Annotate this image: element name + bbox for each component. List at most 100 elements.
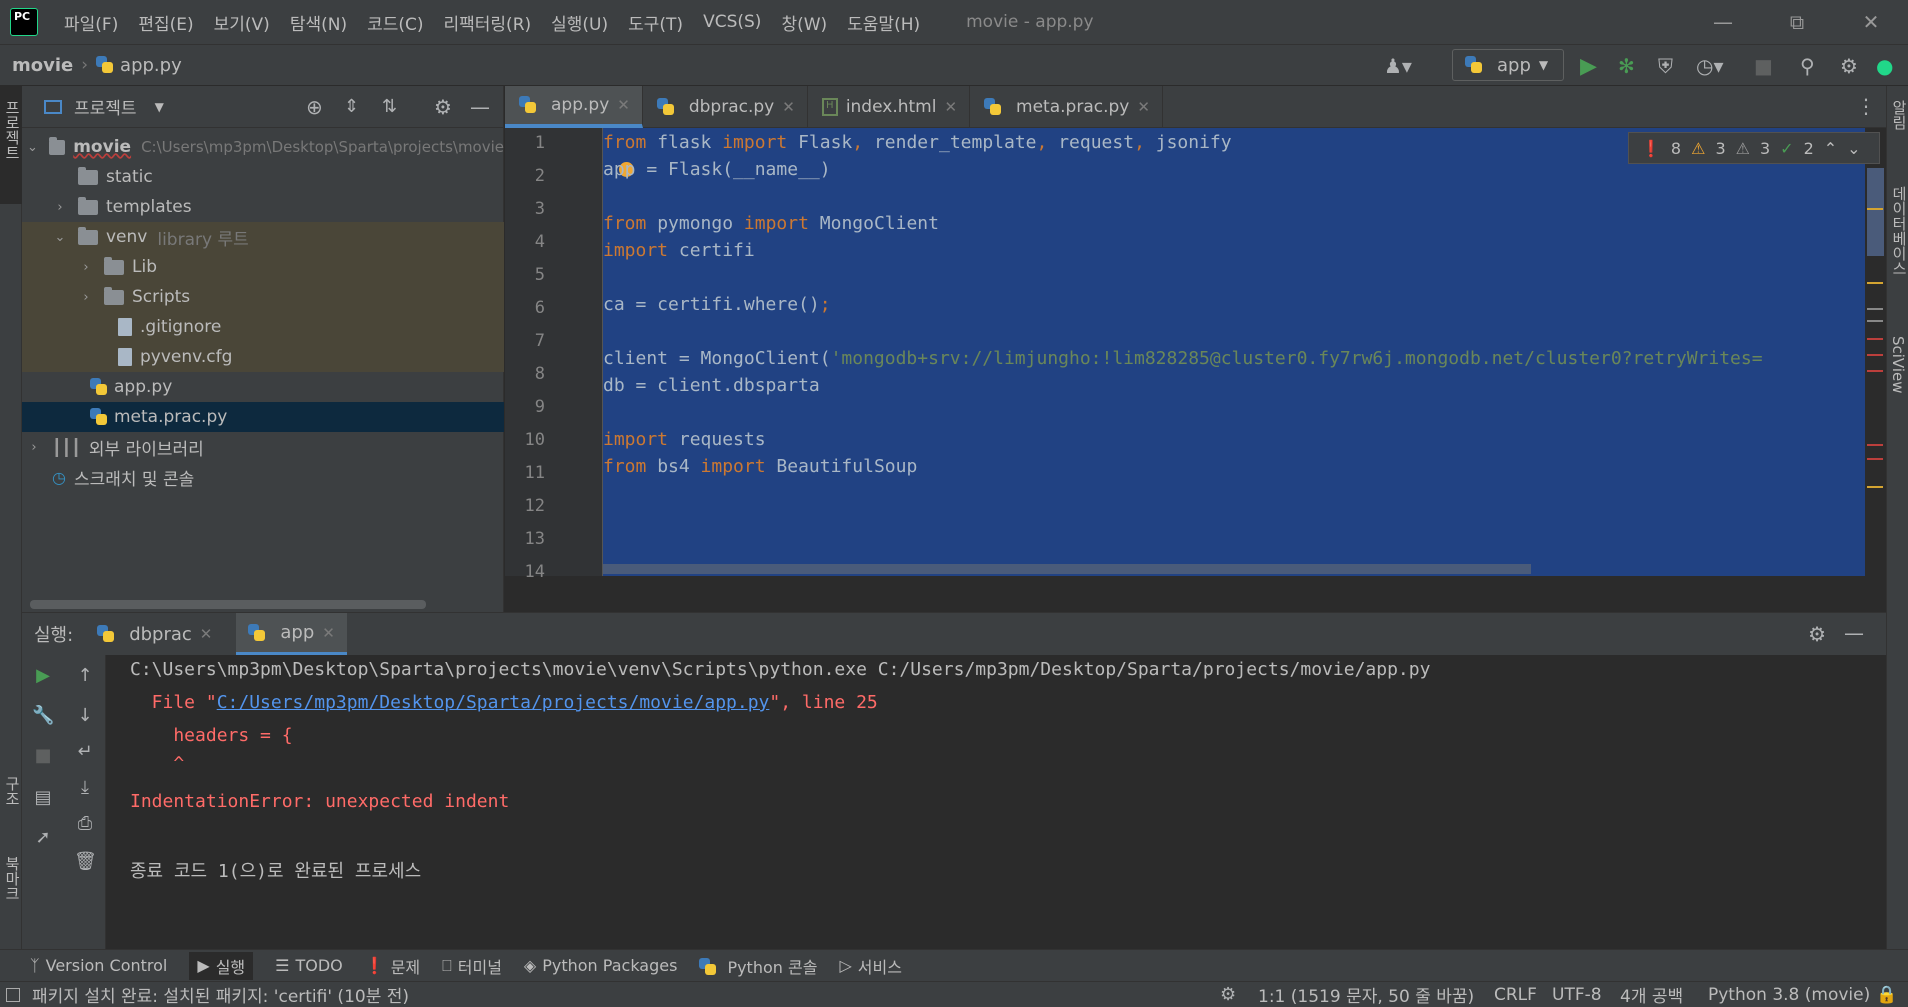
tool-services[interactable]: ▷ 서비스	[839, 954, 901, 978]
project-panel-title[interactable]: 프로젝트	[74, 94, 137, 119]
structure-tool-label[interactable]: 구조	[2, 776, 23, 806]
line-number[interactable]: 4	[505, 232, 545, 252]
line-number[interactable]: 1	[505, 133, 545, 153]
status-encoding[interactable]: UTF-8	[1552, 985, 1602, 1005]
debug-icon[interactable]: ✻	[1618, 54, 1642, 78]
tab-app-py[interactable]: app.py ✕	[505, 86, 643, 128]
horizontal-scrollbar[interactable]	[30, 600, 426, 609]
close-tab-icon[interactable]: ✕	[944, 98, 957, 116]
weak-warning-marker[interactable]	[1867, 320, 1883, 322]
menu-tools[interactable]: 도구(T)	[618, 10, 693, 35]
chevron-down-icon[interactable]: ▼	[155, 100, 164, 114]
tree-item-meta-prac-py[interactable]: meta.prac.py	[22, 402, 504, 432]
edit-config-wrench-icon[interactable]: 🔧	[32, 705, 54, 727]
tree-item-app-py[interactable]: app.py	[22, 372, 504, 402]
inspection-widget[interactable]: ❗ 8 ⚠ 3 ⚠ 3 ✓ 2 ⌃ ⌄	[1628, 132, 1880, 164]
line-number[interactable]: 14	[505, 562, 545, 582]
background-tasks-gear-icon[interactable]: ⚙	[1220, 984, 1236, 1005]
error-marker[interactable]	[1867, 338, 1883, 340]
expand-arrow-icon[interactable]: ›	[26, 440, 42, 455]
user-icon[interactable]: ♟▾	[1384, 54, 1412, 78]
tree-item-static[interactable]: static	[22, 162, 504, 192]
status-indent[interactable]: 4개 공백	[1620, 982, 1683, 1007]
error-marker[interactable]	[1867, 370, 1883, 372]
tool-todo[interactable]: ☰ TODO	[275, 956, 343, 975]
tool-python-packages[interactable]: ◈ Python Packages	[524, 956, 678, 975]
expand-arrow-icon[interactable]: ›	[52, 200, 68, 215]
menu-view[interactable]: 보기(V)	[204, 10, 280, 35]
previous-problem-icon[interactable]: ⌃	[1824, 139, 1837, 158]
tab-meta-prac-py[interactable]: meta.prac.py ✕	[970, 86, 1163, 128]
expand-arrow-icon[interactable]: ›	[78, 260, 94, 275]
code-line[interactable]: import certifi	[603, 240, 755, 261]
tree-item-gitignore[interactable]: .gitignore	[22, 312, 504, 342]
menu-refactor[interactable]: 리팩터링(R)	[434, 10, 542, 35]
coverage-icon[interactable]: ⛨	[1658, 54, 1682, 78]
code-editor[interactable]: from flask import Flask, render_template…	[603, 128, 1865, 576]
line-number[interactable]: 9	[505, 397, 545, 417]
profile-icon[interactable]: ◷▾	[1696, 54, 1724, 78]
tree-root-movie[interactable]: ⌄ movie C:\Users\mp3pm\Desktop\Sparta\pr…	[22, 132, 504, 162]
database-tool-label[interactable]: 데이터베이스	[1889, 186, 1908, 276]
line-number[interactable]: 10	[505, 430, 545, 450]
close-tab-icon[interactable]: ✕	[1137, 98, 1150, 116]
pin-tab-icon[interactable]: ➚	[32, 827, 54, 849]
breadcrumb-project[interactable]: movie	[12, 55, 73, 76]
close-window-button[interactable]: ✕	[1834, 10, 1908, 34]
tree-item-templates[interactable]: › templates	[22, 192, 504, 222]
collapse-arrow-icon[interactable]: ⌄	[26, 140, 39, 155]
collapse-arrow-icon[interactable]: ⌄	[52, 230, 68, 245]
run-configuration-select[interactable]: app ▼	[1452, 49, 1564, 81]
line-number[interactable]: 5	[505, 265, 545, 285]
menu-vcs[interactable]: VCS(S)	[693, 12, 771, 32]
menu-file[interactable]: 파일(F)	[54, 10, 128, 35]
bookmarks-tool-label[interactable]: 북마크	[2, 856, 23, 901]
scroll-to-end-icon[interactable]: ⤓	[74, 777, 96, 799]
status-message[interactable]: 패키지 설치 완료: 설치된 패키지: 'certifi' (10분 전)	[32, 982, 409, 1007]
status-interpreter[interactable]: Python 3.8 (movie)	[1708, 985, 1870, 1005]
menu-run[interactable]: 실행(U)	[541, 10, 618, 35]
line-number[interactable]: 7	[505, 331, 545, 351]
down-arrow-icon[interactable]: ↓	[74, 705, 96, 727]
code-line[interactable]: ca = certifi.where();	[603, 294, 831, 315]
next-problem-icon[interactable]: ⌄	[1847, 139, 1860, 158]
line-number[interactable]: 6	[505, 298, 545, 318]
run-tab-app[interactable]: app ✕	[236, 613, 347, 655]
vertical-scrollbar[interactable]	[1867, 168, 1884, 256]
layout-icon[interactable]: ▤	[32, 787, 54, 809]
warning-marker[interactable]	[1867, 208, 1883, 210]
tab-index-html[interactable]: H index.html ✕	[808, 86, 971, 128]
tab-dbprac-py[interactable]: dbprac.py ✕	[643, 86, 808, 128]
menu-code[interactable]: 코드(C)	[357, 10, 433, 35]
print-icon[interactable]: ⎙	[74, 813, 96, 835]
menu-edit[interactable]: 편집(E)	[128, 10, 203, 35]
hide-run-panel-icon[interactable]: —	[1844, 621, 1864, 645]
menu-help[interactable]: 도움말(H)	[837, 10, 930, 35]
line-number[interactable]: 8	[505, 364, 545, 384]
editor-horizontal-scrollbar[interactable]	[603, 564, 1531, 574]
console-file-link[interactable]: C:/Users/mp3pm/Desktop/Sparta/projects/m…	[217, 692, 770, 713]
search-icon[interactable]: ⚲	[1800, 54, 1824, 78]
project-tool-button[interactable]: 프로젝트	[0, 86, 22, 204]
code-line[interactable]: import requests	[603, 429, 766, 450]
tree-item-pyvenv-cfg[interactable]: pyvenv.cfg	[22, 342, 504, 372]
lock-icon[interactable]: 🔒	[1876, 985, 1897, 1005]
up-arrow-icon[interactable]: ↑	[74, 665, 96, 687]
editor-error-stripe[interactable]	[1865, 128, 1886, 576]
tree-item-venv[interactable]: ⌄ venv library 루트	[22, 222, 504, 252]
tree-item-lib[interactable]: › Lib	[22, 252, 504, 282]
tree-item-external-libraries[interactable]: › ┃┃┃ 외부 라이브러리	[22, 432, 504, 462]
tool-terminal[interactable]: ⎕ 터미널	[442, 954, 502, 978]
tool-python-console[interactable]: Python 콘솔	[699, 954, 817, 978]
restore-button[interactable]: ⧉	[1760, 10, 1834, 34]
jetbrains-toolbox-icon[interactable]: ●	[1876, 54, 1900, 78]
close-tab-icon[interactable]: ✕	[322, 624, 335, 642]
tool-problems[interactable]: ❗ 문제	[365, 954, 420, 978]
close-tab-icon[interactable]: ✕	[782, 98, 795, 116]
line-number[interactable]: 2	[505, 166, 545, 186]
more-tabs-icon[interactable]: ⋮	[1856, 94, 1876, 118]
tool-run[interactable]: ▶ 실행	[189, 951, 254, 980]
expand-all-icon[interactable]: ⇕	[344, 96, 359, 117]
toggle-tool-windows-icon[interactable]	[6, 987, 20, 1002]
line-number[interactable]: 13	[505, 529, 545, 549]
